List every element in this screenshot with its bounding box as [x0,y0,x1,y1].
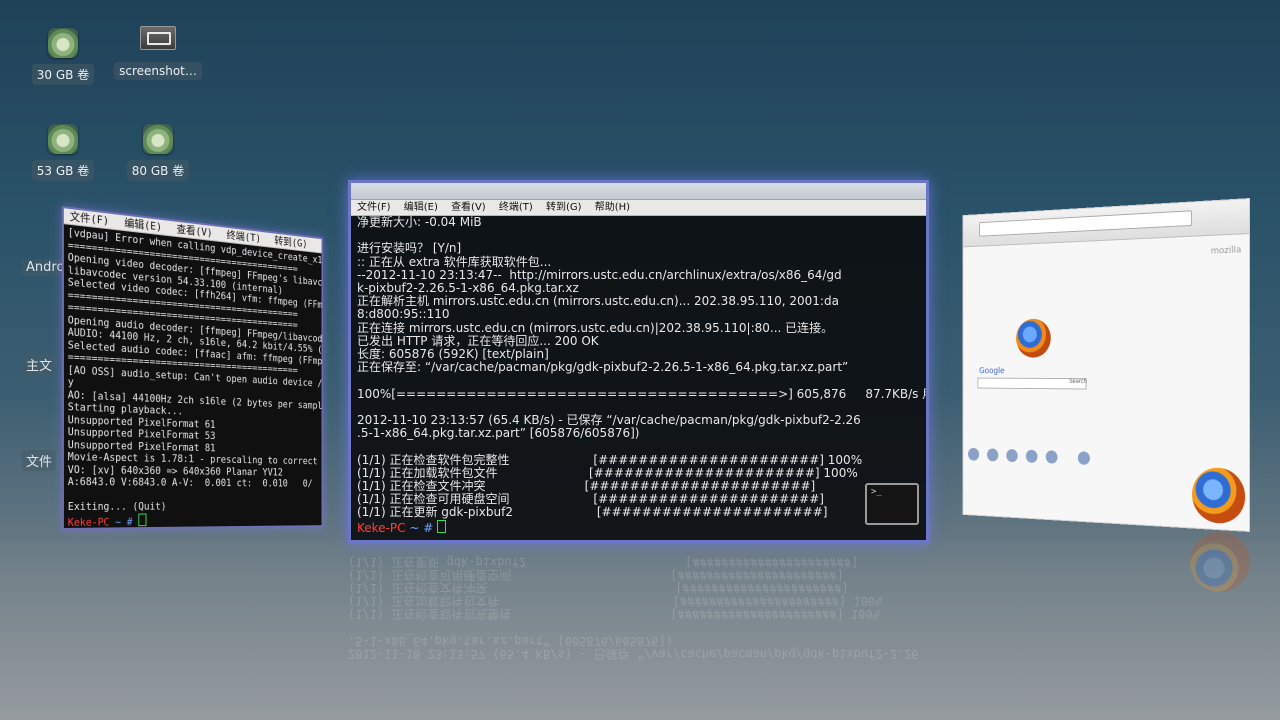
terminal-output: [vdpau] Error when calling vdp_device_cr… [64,224,322,530]
terminal-line: .5-1-x86_64.pkg.tar.xz.part” [605876/605… [357,427,920,440]
google-logo: Google [979,367,1004,376]
terminal-window-left[interactable]: 文件(F) 编辑(E) 查看(V) 终端(T) 转到(G) [vdpau] Er… [62,206,323,530]
menu-edit[interactable]: 编辑(E) [404,202,438,213]
terminal-line [68,489,319,501]
desktop-icon-label-partial[interactable]: 主文 [22,354,56,375]
terminal-line: (1/1) 正在检查软件包完整性 [######################… [357,454,920,467]
drive-icon [48,28,78,58]
drive-icon [143,124,173,154]
search-button[interactable]: Search [1069,378,1087,385]
address-bar[interactable] [979,210,1192,236]
shell-prompt[interactable]: Keke-PC ~ # [357,520,920,535]
text-cursor [437,520,446,533]
menu-goto[interactable]: 转到(G) [546,202,582,213]
text-cursor [138,513,146,526]
history-icon[interactable] [987,448,998,461]
browser-toolbar [963,199,1249,247]
desktop-icon-screenshot[interactable]: screenshot… [113,22,203,80]
menu-help[interactable]: 帮助(H) [595,202,630,213]
terminal-menubar: 文件(F) 编辑(E) 查看(V) 终端(T) 转到(G) 帮助(H) [351,200,926,216]
prompt-host: Keke-PC [357,521,406,535]
terminal-output: 净更新大小: -0.04 MiB 进行安装吗？ [Y/n]:: 正在从 extr… [351,216,926,535]
terminal-thumbnail-icon[interactable] [865,483,919,525]
terminal-window-main[interactable]: 文件(F) 编辑(E) 查看(V) 终端(T) 转到(G) 帮助(H) 净更新大… [348,180,929,543]
desktop-icon-volume-30gb[interactable]: 30 GB 卷 [18,28,108,85]
terminal-line [357,440,920,453]
shell-prompt[interactable]: Keke-PC ~ # [68,512,319,529]
browser-window-firefox[interactable]: mozilla Google Search [963,198,1250,532]
prompt-path: ~ # [406,521,438,535]
desktop-icon-volume-80gb[interactable]: 80 GB 卷 [113,124,203,181]
addons-icon[interactable] [1006,449,1017,462]
menu-terminal[interactable]: 终端(T) [499,202,533,213]
desktop-icon-label-partial[interactable]: 文件 [22,450,56,471]
desktop-icon-label: 30 GB 卷 [32,64,94,85]
terminal-line: 8:d800:95::110 [357,308,920,321]
desktop-icon-volume-53gb[interactable]: 53 GB 卷 [18,124,108,181]
settings-icon[interactable] [1046,450,1058,463]
prompt-path: ~ # [109,516,138,528]
screenshot-app-icon [140,26,176,50]
desktop-icon-label: screenshot… [114,62,202,80]
menu-file[interactable]: 文件(F) [357,202,391,213]
desktop-reflection-floor [0,540,1280,720]
menu-goto[interactable]: 转到(G) [274,234,307,250]
menu-view[interactable]: 查看(V) [451,202,486,213]
terminal-line [357,374,920,387]
mozilla-brand: mozilla [1211,245,1242,256]
terminal-line: 进行安装吗？ [Y/n] [357,242,920,255]
restore-session-icon[interactable] [1078,451,1090,465]
sync-icon[interactable] [1026,450,1038,463]
firefox-logo-icon [1016,319,1051,358]
downloads-icon[interactable] [968,448,979,461]
terminal-line: :: 正在从 extra 软件库获取软件包... [357,256,920,269]
terminal-line: 100%[===================================… [357,388,920,401]
menu-view[interactable]: 查看(V) [177,223,213,240]
desktop-icon-label: 80 GB 卷 [127,160,189,181]
desktop-icon-label: 53 GB 卷 [32,160,94,181]
menu-terminal[interactable]: 终端(T) [227,229,261,245]
terminal-line: 净更新大小: -0.04 MiB [357,216,920,229]
prompt-host: Keke-PC [68,516,110,528]
drive-icon [48,124,78,154]
terminal-line: (1/1) 正在更新 gdk-pixbuf2 [################… [357,506,920,519]
terminal-line: 正在保存至: “/var/cache/pacman/pkg/gdk-pixbuf… [357,361,920,374]
window-titlebar[interactable] [351,183,926,200]
terminal-line: A:6843.0 V:6843.0 A-V: 0.001 ct: 0.010 0… [68,476,319,490]
terminal-line: 正在连接 mirrors.ustc.edu.cn (mirrors.ustc.e… [357,322,920,335]
